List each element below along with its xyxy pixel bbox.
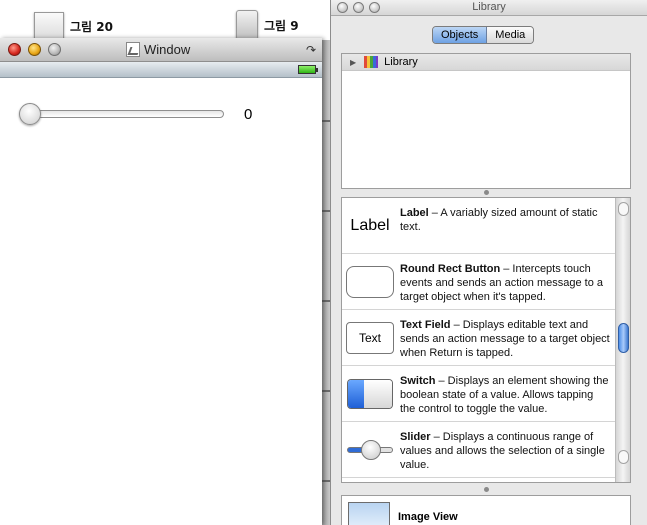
split-view-handle[interactable]	[484, 487, 489, 492]
list-item-round-rect-button[interactable]: Round Rect Button – Intercepts touch eve…	[342, 254, 615, 310]
view-content: 0	[0, 78, 322, 523]
tab-media[interactable]: Media	[487, 27, 534, 43]
battery-icon	[298, 65, 318, 74]
item-preview	[342, 422, 398, 478]
scroll-up-button[interactable]	[618, 202, 629, 216]
label-preview-text: Label	[350, 217, 390, 234]
item-preview	[342, 366, 398, 422]
list-item-switch[interactable]: Switch – Displays an element showing the…	[342, 366, 615, 422]
item-name: Slider	[400, 431, 431, 443]
desktop-item-phone-screenshot[interactable]: 그림 9	[236, 10, 299, 40]
slider-knob[interactable]	[19, 103, 41, 125]
rotate-icon[interactable]: ↷	[306, 43, 316, 57]
item-preview: Text	[342, 310, 398, 366]
background-window-tick	[321, 120, 330, 122]
slider-icon-knob	[361, 440, 381, 460]
vertical-scrollbar[interactable]	[615, 198, 630, 482]
close-button[interactable]	[8, 43, 21, 56]
background-window-tick	[321, 210, 330, 212]
status-bar	[0, 62, 322, 78]
list-item-slider[interactable]: Slider – Displays a continuous range of …	[342, 422, 615, 478]
item-description: Round Rect Button – Intercepts touch eve…	[398, 254, 615, 304]
switch-on-part	[348, 380, 364, 408]
tab-objects[interactable]: Objects	[433, 27, 488, 43]
disclosure-triangle-icon[interactable]: ▶	[350, 58, 356, 67]
switch-off-part	[364, 380, 392, 408]
item-preview: Label	[342, 198, 398, 254]
background-window-tick	[321, 480, 330, 482]
background-window-tick	[321, 300, 330, 302]
object-list: Label Label – A variably sized amount of…	[341, 197, 631, 483]
library-tree-pane: ▶ Library	[341, 53, 631, 189]
slider-value-label: 0	[244, 106, 253, 123]
image-view-icon	[348, 502, 390, 525]
zoom-button[interactable]	[48, 43, 61, 56]
scroll-down-button[interactable]	[618, 450, 629, 464]
desktop-item-label: 그림 9	[264, 18, 299, 33]
detail-item-name: Image View	[398, 511, 458, 523]
scrollbar-thumb[interactable]	[618, 323, 629, 353]
screenshot-thumbnail-icon	[34, 12, 64, 40]
tree-row-label: Library	[384, 56, 418, 68]
background-window-tick	[321, 390, 330, 392]
detail-pane: Image View	[341, 495, 631, 525]
library-books-icon	[364, 56, 379, 68]
item-description: Slider – Displays a continuous range of …	[398, 422, 615, 472]
item-desc-text: – A variably sized amount of static text…	[400, 207, 598, 233]
item-name: Label	[400, 207, 429, 219]
item-name: Round Rect Button	[400, 263, 501, 275]
window-title-group: Window	[126, 42, 190, 57]
window-title: Window	[144, 42, 191, 57]
window-titlebar[interactable]: Window ↷	[0, 38, 322, 62]
item-desc-text: – Displays a continuous range of values …	[400, 431, 605, 471]
library-titlebar[interactable]: Library	[331, 0, 647, 16]
desktop-item-label: 그림 20	[70, 19, 113, 34]
slider-track[interactable]	[22, 110, 224, 118]
library-panel: Library Objects Media ▶ Library Label La…	[330, 0, 647, 525]
slider-icon	[347, 440, 393, 460]
item-description: Switch – Displays an element showing the…	[398, 366, 615, 416]
item-name: Text Field	[400, 319, 451, 331]
tree-row-library[interactable]: ▶ Library	[342, 54, 630, 71]
minimize-button[interactable]	[28, 43, 41, 56]
item-description: Label – A variably sized amount of stati…	[398, 198, 615, 234]
text-field-preview-text: Text	[358, 331, 381, 345]
list-item-label[interactable]: Label Label – A variably sized amount of…	[342, 198, 615, 254]
text-field-icon: Text	[346, 322, 394, 354]
background-window-edge	[321, 40, 330, 525]
document-icon	[126, 42, 140, 57]
item-name: Switch	[400, 375, 436, 387]
simulator-window: Window ↷ 0	[0, 38, 322, 525]
item-preview	[342, 254, 398, 310]
switch-icon	[347, 379, 393, 409]
objects-media-segmented-control[interactable]: Objects Media	[432, 26, 535, 44]
phone-thumbnail-icon	[236, 10, 258, 40]
round-rect-button-icon	[346, 266, 394, 298]
item-description: Text Field – Displays editable text and …	[398, 310, 615, 360]
split-view-handle[interactable]	[484, 190, 489, 195]
library-title: Library	[472, 1, 506, 13]
list-item-text-field[interactable]: Text Text Field – Displays editable text…	[342, 310, 615, 366]
desktop-item-screenshot[interactable]: 그림 20	[34, 12, 113, 40]
